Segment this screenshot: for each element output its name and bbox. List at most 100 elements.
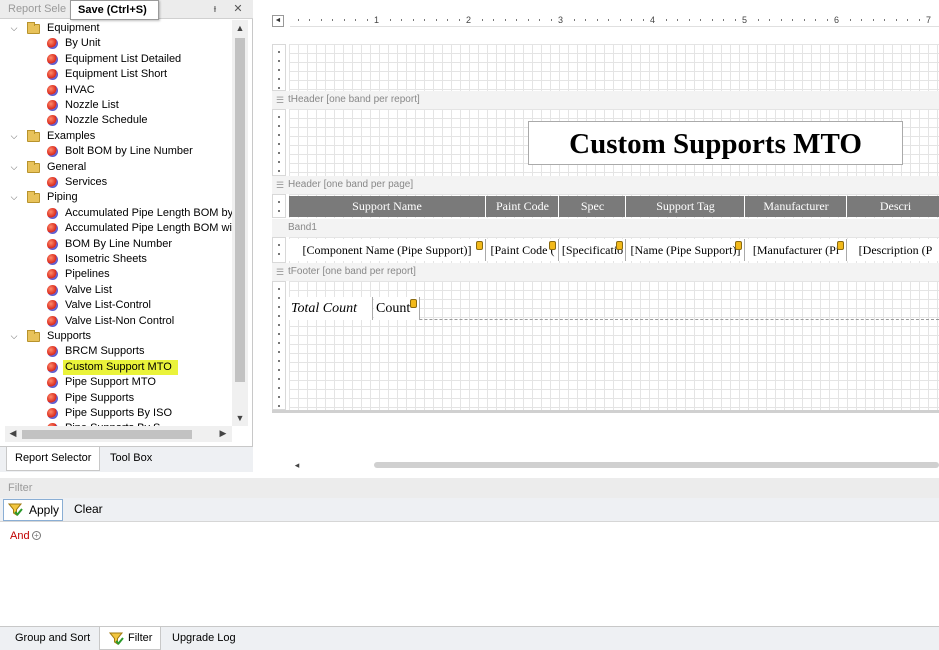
tree-report-item[interactable]: By Unit bbox=[5, 36, 232, 51]
chevron-down-icon[interactable]: ⌵ bbox=[9, 129, 19, 144]
tree-item-label: Accumulated Pipe Length BOM with bbox=[65, 222, 232, 235]
tree-report-item[interactable]: Services bbox=[5, 175, 232, 190]
smart-tag-icon[interactable] bbox=[837, 241, 844, 250]
clear-button[interactable]: Clear bbox=[70, 499, 110, 521]
tree-report-item[interactable]: Nozzle List bbox=[5, 98, 232, 113]
tree-report-item[interactable]: HVAC bbox=[5, 83, 232, 98]
tree-folder[interactable]: ⌵ Examples bbox=[5, 129, 232, 144]
tab-upgrade-log[interactable]: Upgrade Log bbox=[164, 627, 244, 650]
vertical-ruler-tick bbox=[278, 306, 280, 308]
column-header-cell[interactable]: Manufacturer bbox=[746, 196, 847, 217]
detail-band-label[interactable]: Band1 bbox=[272, 219, 939, 237]
filter-toolbar bbox=[0, 498, 939, 522]
tree-folder[interactable]: ⌵ General bbox=[5, 160, 232, 175]
report-header-band-label[interactable]: ☰ tHeader [one band per report] bbox=[272, 91, 939, 109]
column-header-cell[interactable]: Support Tag bbox=[627, 196, 745, 217]
scroll-left-icon[interactable]: ◂ bbox=[290, 460, 304, 471]
tree-report-item[interactable]: Valve List-Control bbox=[5, 298, 232, 313]
report-footer-band-label[interactable]: ☰ tFooter [one band per report] bbox=[272, 263, 939, 281]
folder-icon bbox=[27, 160, 40, 173]
tree-report-item[interactable]: Valve List-Non Control bbox=[5, 314, 232, 329]
column-header-cell[interactable]: Support Name bbox=[289, 196, 486, 217]
vertical-ruler-tick bbox=[278, 201, 280, 203]
designer-scroll-thumb[interactable] bbox=[374, 462, 939, 468]
tree-folder[interactable]: ⌵ Piping bbox=[5, 190, 232, 205]
scroll-left-icon[interactable]: ◀ bbox=[6, 428, 20, 439]
smart-tag-icon[interactable] bbox=[549, 241, 556, 250]
tree-report-item[interactable]: Accumulated Pipe Length BOM with bbox=[5, 221, 232, 236]
column-header-row: Support Name Paint Code Spec Support Tag Man… bbox=[289, 196, 939, 217]
ruler-tick bbox=[527, 19, 529, 21]
scroll-up-icon[interactable]: ▲ bbox=[233, 23, 247, 33]
tree-report-item[interactable]: Pipe Supports By ISO bbox=[5, 406, 232, 421]
vertical-ruler-tick bbox=[278, 360, 280, 362]
ruler-tick bbox=[918, 19, 920, 21]
tree-item-label: Custom Support MTO bbox=[63, 359, 178, 375]
count-field[interactable]: Count bbox=[374, 297, 420, 320]
tree-report-item[interactable]: Pipe Support MTO bbox=[5, 375, 232, 390]
ruler-tick bbox=[539, 19, 540, 21]
add-condition-icon[interactable]: + bbox=[32, 531, 41, 540]
tree-folder[interactable]: ⌵ Supports bbox=[5, 329, 232, 344]
chevron-down-icon[interactable]: ⌵ bbox=[9, 21, 19, 36]
page-header-band-label[interactable]: ☰ Header [one band per page] bbox=[272, 176, 939, 194]
tab-report-selector[interactable]: Report Selector bbox=[6, 447, 101, 471]
column-header-cell[interactable]: Paint Code bbox=[487, 196, 559, 217]
scroll-down-icon[interactable]: ▼ bbox=[233, 413, 247, 423]
detail-cell[interactable]: [Name (Pipe Support)] bbox=[627, 239, 745, 261]
detail-cell[interactable]: [Specificatio bbox=[560, 239, 626, 261]
tree-item-label: Nozzle Schedule bbox=[65, 114, 148, 127]
report-icon bbox=[47, 269, 58, 281]
tab-group-and-sort[interactable]: Group and Sort bbox=[7, 627, 98, 650]
tree-report-item[interactable]: Equipment List Short bbox=[5, 67, 232, 82]
report-icon bbox=[47, 207, 58, 219]
tree-report-item[interactable]: BRCM Supports bbox=[5, 344, 232, 359]
report-icon bbox=[47, 69, 58, 81]
band-grip-icon: ☰ bbox=[276, 267, 285, 277]
tree-report-item[interactable]: Valve List bbox=[5, 283, 232, 298]
pin-icon[interactable]: ᵻ bbox=[208, 2, 222, 16]
report-icon bbox=[47, 177, 58, 188]
chevron-down-icon[interactable]: ⌵ bbox=[9, 329, 19, 344]
detail-cell[interactable]: [Component Name (Pipe Support)] bbox=[289, 239, 486, 261]
smart-tag-icon[interactable] bbox=[735, 241, 742, 250]
tree-report-item[interactable]: Nozzle Schedule bbox=[5, 113, 232, 128]
page-edge bbox=[272, 410, 939, 413]
ruler-origin-icon[interactable]: ◄ bbox=[272, 15, 284, 27]
folder-icon bbox=[27, 191, 40, 204]
tree-report-item[interactable]: Isometric Sheets bbox=[5, 252, 232, 267]
tab-tool-box[interactable]: Tool Box bbox=[102, 447, 160, 471]
tree-report-item[interactable]: Pipe Supports bbox=[5, 391, 232, 406]
tree-report-item[interactable]: Equipment List Detailed bbox=[5, 52, 232, 67]
detail-cell[interactable]: [Paint Code ( bbox=[487, 239, 559, 261]
report-title-label[interactable]: Custom Supports MTO bbox=[528, 121, 903, 165]
vertical-ruler-segment bbox=[272, 281, 286, 410]
tree-report-item[interactable]: Custom Support MTO bbox=[5, 359, 232, 375]
tree-folder[interactable]: ⌵ Equipment bbox=[5, 21, 232, 36]
chevron-down-icon[interactable]: ⌵ bbox=[9, 160, 19, 175]
scroll-right-icon[interactable]: ▶ bbox=[216, 428, 230, 439]
vertical-scroll-thumb[interactable] bbox=[235, 38, 245, 382]
tree-item-label: Pipe Supports bbox=[65, 391, 135, 404]
column-header-cell[interactable]: Descri bbox=[848, 196, 939, 217]
tree-report-item[interactable]: Bolt BOM by Line Number bbox=[5, 144, 232, 159]
column-header-cell[interactable]: Spec bbox=[560, 196, 626, 217]
vertical-ruler-tick bbox=[278, 297, 280, 299]
close-icon[interactable]: ✕ bbox=[231, 2, 245, 16]
tab-filter[interactable]: Filter bbox=[99, 627, 162, 650]
smart-tag-icon[interactable] bbox=[616, 241, 623, 250]
total-count-label[interactable]: Total Count bbox=[289, 297, 373, 320]
detail-cell[interactable]: [Manufacturer (Pi bbox=[746, 239, 847, 261]
horizontal-scroll-thumb[interactable] bbox=[22, 430, 192, 439]
report-icon bbox=[47, 84, 58, 96]
detail-cell[interactable]: [Description (P bbox=[848, 239, 939, 261]
tree-report-item[interactable]: Pipelines bbox=[5, 267, 232, 282]
ruler-tick bbox=[401, 19, 402, 21]
tree-report-item[interactable]: BOM By Line Number bbox=[5, 237, 232, 252]
chevron-down-icon[interactable]: ⌵ bbox=[9, 190, 19, 205]
smart-tag-icon[interactable] bbox=[410, 299, 417, 308]
tree-report-item[interactable]: Accumulated Pipe Length BOM by S bbox=[5, 206, 232, 221]
smart-tag-icon[interactable] bbox=[476, 241, 483, 250]
and-condition[interactable]: And bbox=[10, 530, 30, 542]
tree-item-label: Valve List-Non Control bbox=[65, 314, 175, 327]
